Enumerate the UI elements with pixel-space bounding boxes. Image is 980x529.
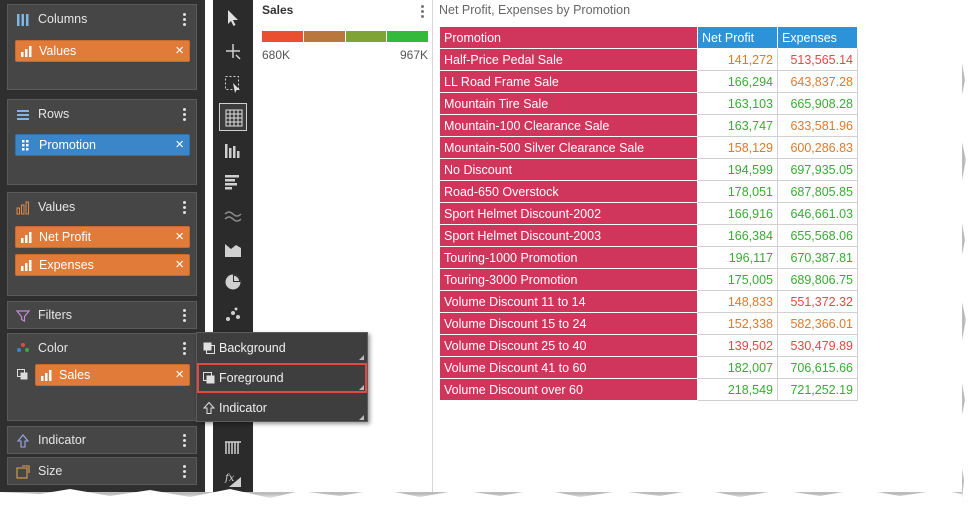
torn-edge-decoration bbox=[0, 0, 980, 529]
